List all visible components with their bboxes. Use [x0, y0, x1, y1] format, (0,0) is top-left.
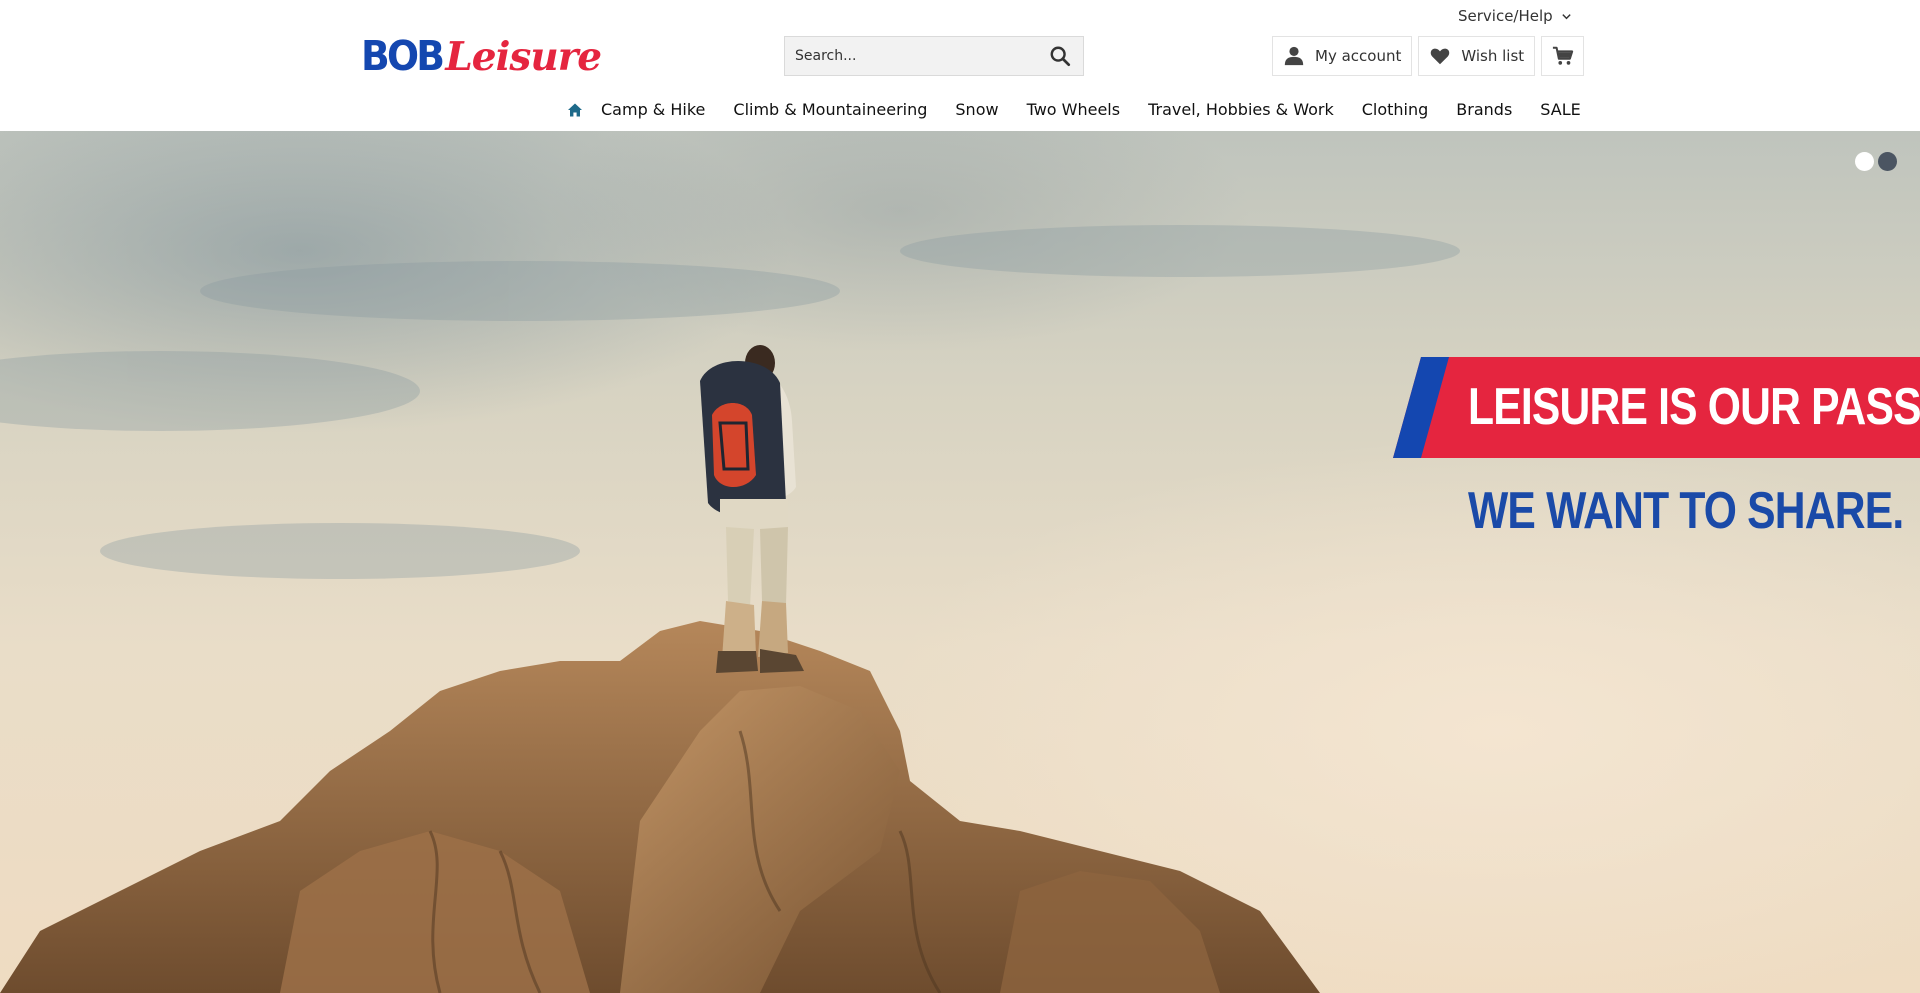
my-account-label: My account	[1315, 47, 1402, 65]
service-help-label: Service/Help	[1458, 7, 1553, 25]
logo-bob: BOB	[361, 32, 445, 80]
chevron-down-icon	[1562, 13, 1571, 19]
site-logo[interactable]: BOB Leisure	[361, 32, 602, 80]
cart-icon	[1552, 46, 1573, 65]
hero-headline-banner: LEISURE IS OUR PASSION,	[1393, 357, 1920, 458]
hero-slider: LEISURE IS OUR PASSION, WE WANT TO SHARE…	[0, 131, 1920, 993]
nav-item-clothing[interactable]: Clothing	[1362, 92, 1429, 128]
hero-image	[0, 225, 1460, 993]
hero-tagline: WE WANT TO SHARE.	[1468, 482, 1904, 540]
wish-list-label: Wish list	[1461, 47, 1525, 65]
slider-dots	[1855, 152, 1897, 171]
nav-item-two-wheels[interactable]: Two Wheels	[1027, 92, 1121, 128]
nav-home[interactable]	[563, 92, 587, 128]
my-account-button[interactable]: My account	[1272, 36, 1413, 76]
nav-item-sale[interactable]: SALE	[1540, 92, 1580, 128]
nav-item-camp-hike[interactable]: Camp & Hike	[601, 92, 705, 128]
nav-item-climb-mountaineering[interactable]: Climb & Mountaineering	[733, 92, 927, 128]
home-icon	[568, 103, 582, 117]
slider-dot-1[interactable]	[1855, 152, 1874, 171]
slider-dot-2[interactable]	[1878, 152, 1897, 171]
wish-list-button[interactable]: Wish list	[1418, 36, 1536, 76]
hero-headline: LEISURE IS OUR PASSION,	[1468, 378, 1920, 436]
site-header: Service/Help BOB Leisure My account	[0, 0, 1920, 131]
main-nav: Camp & Hike Climb & Mountaineering Snow …	[563, 92, 1581, 128]
heart-icon	[1431, 48, 1450, 65]
account-actions: My account Wish list	[1272, 36, 1585, 76]
search-bar	[784, 36, 1084, 76]
nav-item-travel-hobbies-work[interactable]: Travel, Hobbies & Work	[1148, 92, 1334, 128]
search-button[interactable]	[1037, 37, 1083, 75]
cart-button[interactable]	[1541, 36, 1585, 76]
nav-item-snow[interactable]: Snow	[955, 92, 998, 128]
user-icon	[1284, 46, 1304, 66]
nav-item-brands[interactable]: Brands	[1456, 92, 1512, 128]
service-help-menu[interactable]: Service/Help	[1458, 6, 1572, 26]
logo-leisure: Leisure	[445, 34, 602, 80]
search-icon	[1050, 46, 1071, 67]
search-input[interactable]	[785, 37, 1037, 75]
